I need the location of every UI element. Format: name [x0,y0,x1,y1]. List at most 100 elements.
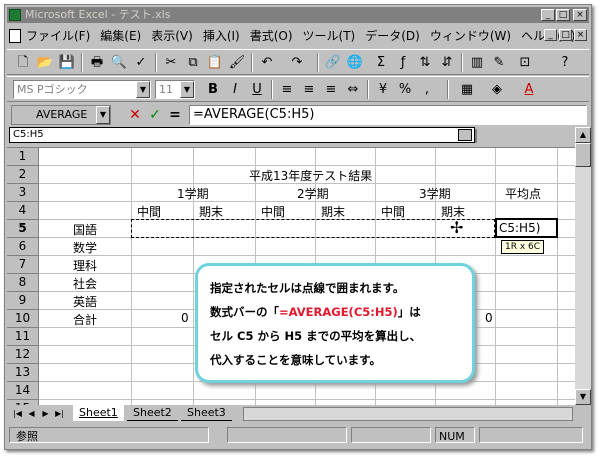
range-reference-box[interactable]: C5:H5 [9,127,475,143]
next-sheet-icon[interactable]: ▶ [39,407,52,420]
vertical-scrollbar[interactable]: ▲ ▼ [575,127,591,405]
equals-icon[interactable]: = [167,107,183,123]
print-preview-icon[interactable]: 🔍 [109,53,129,72]
font-color-icon[interactable]: A [519,80,539,99]
status-panel [351,427,431,443]
subject-label: 理科 [73,259,98,273]
office-assistant-icon[interactable]: ? [555,53,575,72]
align-center-icon[interactable]: ≡ [299,80,319,99]
row-header[interactable]: 11 [7,328,39,346]
scroll-down-icon[interactable]: ▼ [575,389,591,405]
row-header[interactable]: 10 [7,310,39,328]
row-header[interactable]: 2 [7,166,39,184]
menu-window[interactable]: ウィンドウ(W) [425,25,516,47]
minimize-button[interactable]: _ [541,9,555,21]
open-icon[interactable]: 📂 [35,53,55,72]
sort-asc-icon[interactable]: ⇅ [415,53,435,72]
row-header[interactable]: 8 [7,274,39,292]
align-left-icon[interactable]: ≡ [277,80,297,99]
name-box[interactable]: AVERAGE ▼ [11,105,111,125]
menu-edit[interactable]: 編集(E) [95,25,146,47]
menu-insert[interactable]: 挿入(I) [198,25,245,47]
doc-restore-button[interactable]: □ [559,29,572,41]
tab-sheet1[interactable]: Sheet1 [73,405,124,421]
cut-icon[interactable]: ✂ [161,53,181,72]
workbook-icon[interactable] [9,29,21,43]
active-cell-i5[interactable]: C5:H5) [495,218,558,238]
horizontal-scrollbar[interactable] [243,407,573,421]
scroll-up-icon[interactable]: ▲ [575,127,591,143]
align-right-icon[interactable]: ≡ [321,80,341,99]
menu-view[interactable]: 表示(V) [146,25,198,47]
sort-desc-icon[interactable]: ⇵ [437,53,457,72]
doc-close-button[interactable]: × [574,29,587,41]
new-icon[interactable]: 🗋 [13,53,33,72]
row-header[interactable]: 14 [7,382,39,400]
menu-file[interactable]: ファイル(F) [21,25,95,47]
last-sheet-icon[interactable]: ▶| [53,407,66,420]
row-header[interactable]: 12 [7,346,39,364]
enter-icon[interactable]: ✓ [147,107,163,123]
column-header-strip [7,143,575,148]
undo-icon[interactable]: ↶ [257,53,277,72]
row-header-active[interactable]: 5 [7,220,39,238]
row-header[interactable]: 7 [7,256,39,274]
drawing-icon[interactable]: ✎ [489,53,509,72]
row-header[interactable]: 13 [7,364,39,382]
row-header[interactable]: 4 [7,202,39,220]
percent-icon[interactable]: % [395,80,415,99]
fill-color-icon[interactable]: ◈ [487,80,507,99]
cancel-icon[interactable]: ✕ [127,107,143,123]
prev-sheet-icon[interactable]: ◀ [25,407,38,420]
menu-format[interactable]: 書式(O) [245,25,298,47]
paste-icon[interactable]: 📋 [205,53,225,72]
merge-center-icon[interactable]: ⇔ [343,80,363,99]
row-header[interactable]: 9 [7,292,39,310]
underline-icon[interactable]: U [247,80,267,99]
title-bar: Microsoft Excel - テスト.xls _ □ × [7,7,589,23]
function-icon[interactable]: ƒ [393,53,413,72]
comma-icon[interactable]: , [417,80,437,99]
zoom-icon[interactable]: ⊡ [515,53,535,72]
close-button[interactable]: × [573,9,587,21]
chevron-down-icon[interactable]: ▼ [96,106,110,124]
status-panel [227,427,347,443]
row-header[interactable]: 3 [7,184,39,202]
format-painter-icon[interactable]: 🖌 [227,53,247,72]
menu-data[interactable]: データ(D) [360,25,425,47]
web-toolbar-icon[interactable]: 🌐 [345,53,365,72]
formula-input[interactable]: =AVERAGE(C5:H5) [189,105,587,125]
tab-sheet3[interactable]: Sheet3 [181,405,232,421]
redo-icon[interactable]: ↷ [287,53,307,72]
tab-sheet2[interactable]: Sheet2 [127,405,178,421]
doc-minimize-button[interactable]: _ [544,29,557,41]
chevron-down-icon[interactable]: ▼ [136,81,150,98]
chevron-down-icon[interactable]: ▼ [180,81,194,98]
menu-tools[interactable]: ツール(T) [298,25,361,47]
currency-icon[interactable]: ¥ [373,80,393,99]
borders-icon[interactable]: ▦ [457,80,477,99]
row-header[interactable]: 1 [7,148,39,166]
chart-wizard-icon[interactable]: ▥ [467,53,487,72]
maximize-button[interactable]: □ [556,9,570,21]
gridline [557,148,558,405]
toolbar-separator [81,53,83,72]
font-name-select[interactable]: MS Pゴシック ▼ [13,80,151,99]
spelling-icon[interactable]: ✓ [131,53,151,72]
row-header[interactable]: 6 [7,238,39,256]
explanation-callout: 指定されたセルは点線で囲まれます。 数式バーの「=AVERAGE(C5:H5)」… [195,263,475,383]
hyperlink-icon[interactable]: 🔗 [323,53,343,72]
bold-icon[interactable]: B [203,80,223,99]
italic-icon[interactable]: I [225,80,245,99]
font-size-select[interactable]: 11 ▼ [155,80,195,99]
print-icon[interactable]: 🖶 [87,53,107,72]
subject-label: 社会 [73,277,98,291]
formatting-toolbar: MS Pゴシック ▼ 11 ▼ B I U ≡ ≡ ≡ ⇔ ¥ % , ▦ ◈ A [7,76,589,102]
autosum-icon[interactable]: Σ [371,53,391,72]
copy-icon[interactable]: ⧉ [183,53,203,72]
first-sheet-icon[interactable]: |◀ [11,407,24,420]
callout-line: 代入することを意味しています。 [210,353,382,367]
collapse-dialog-icon[interactable] [458,129,472,141]
scroll-thumb[interactable] [575,143,591,167]
save-icon[interactable]: 💾 [57,53,77,72]
